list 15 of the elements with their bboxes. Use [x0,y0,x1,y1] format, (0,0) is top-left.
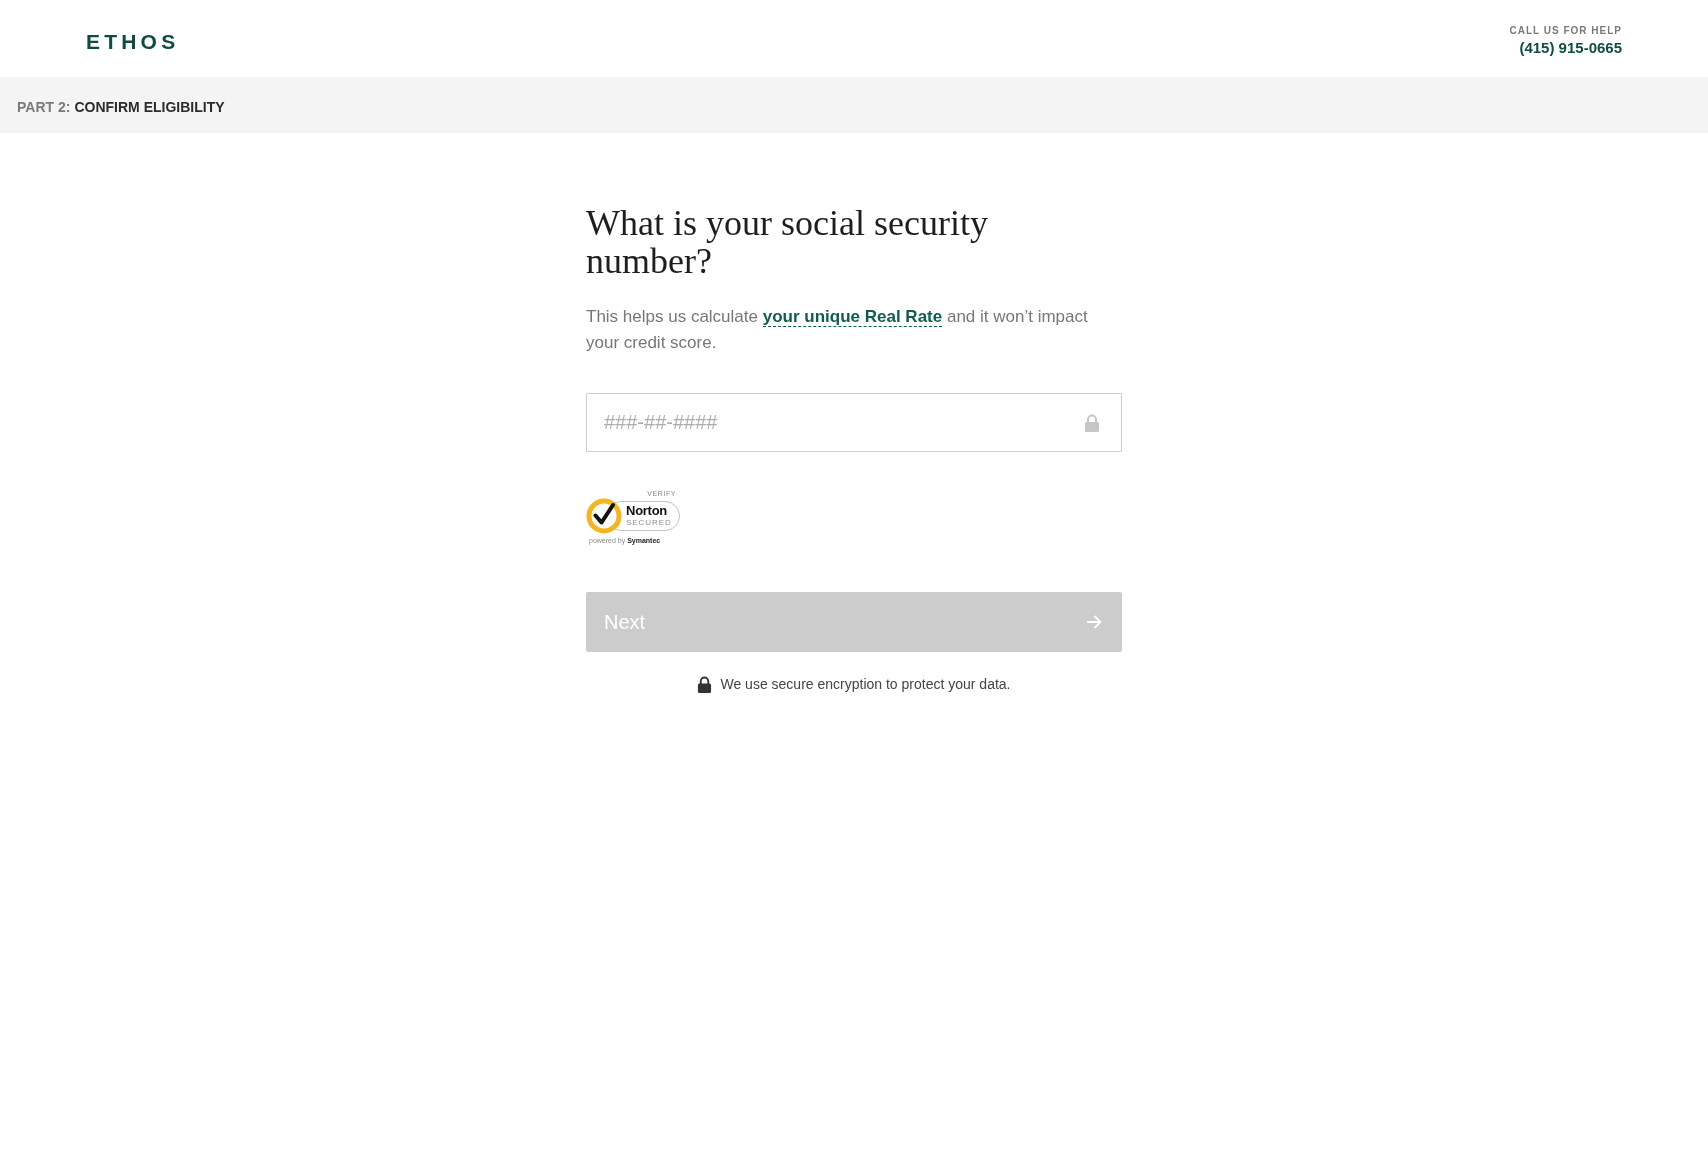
phone-link[interactable]: (415) 915-0665 [1519,39,1622,56]
ssn-input-field[interactable]: ###-##-#### [586,393,1122,452]
step-title: CONFIRM ELIGIBILITY [74,99,225,115]
security-note: We use secure encryption to protect your data. [720,675,1011,694]
question-title: What is your social security number? [586,204,989,280]
arrow-right-icon [1086,615,1102,629]
step-number: PART 2: [17,99,71,115]
lock-icon [1084,414,1100,432]
real-rate-link[interactable]: your unique Real Rate [762,307,943,327]
ethos-logo[interactable]: ETHOS [86,30,180,54]
question-description: This helps us calculate your unique Real Rate and it won’t impact your credit score. [586,306,1089,354]
seal-brand: Norton [626,504,668,518]
lock-icon [697,675,713,693]
seal-status: SECURED [626,518,672,528]
help-label: CALL US FOR HELP [1509,25,1622,36]
